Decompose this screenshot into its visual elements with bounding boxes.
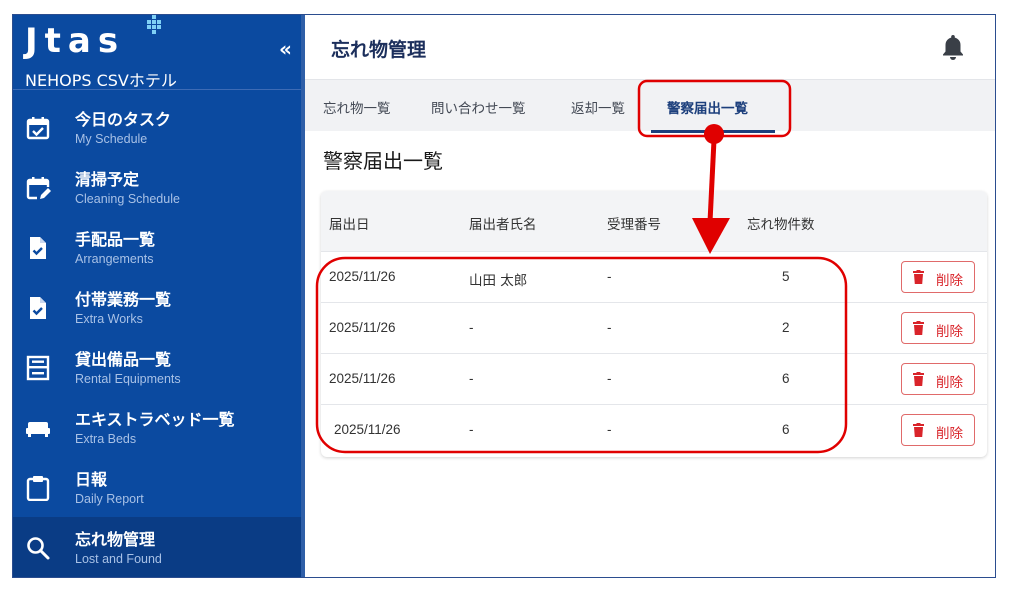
sidebar-item-daily-report[interactable]: 日報 Daily Report <box>13 457 301 517</box>
section-title: 警察届出一覧 <box>323 149 443 173</box>
divider <box>13 89 301 90</box>
tab-police-reports[interactable]: 警察届出一覧 <box>667 97 748 117</box>
police-report-table: 届出日 届出者氏名 受理番号 忘れ物件数 2025/11/26 山田 太郎 - … <box>321 191 987 457</box>
sidebar-item-title: 忘れ物管理 <box>75 530 156 549</box>
cell-item-count: 5 <box>782 269 790 284</box>
sidebar-item-extra-works[interactable]: 付帯業務一覧 Extra Works <box>13 277 301 337</box>
cell-reporter: - <box>469 422 474 437</box>
delete-label: 削除 <box>936 273 963 289</box>
tab-bar: 忘れ物一覧 問い合わせ一覧 返却一覧 警察届出一覧 <box>305 79 995 133</box>
sidebar-item-subtitle: Arrangements <box>75 252 154 266</box>
bed-icon <box>26 422 50 437</box>
column-header-receipt-number: 受理番号 <box>607 217 661 233</box>
delete-button[interactable]: 削除 <box>901 261 975 293</box>
sidebar-item-arrangements[interactable]: 手配品一覧 Arrangements <box>13 217 301 277</box>
bell-icon[interactable] <box>941 33 965 61</box>
header: 忘れ物管理 <box>305 15 995 79</box>
cell-date: 2025/11/26 <box>329 371 396 386</box>
sidebar-item-title: 貸出備品一覧 <box>75 350 172 369</box>
sidebar-item-subtitle: Lost and Found <box>75 552 162 566</box>
sidebar-item-cleaning-schedule[interactable]: 清掃予定 Cleaning Schedule <box>13 157 301 217</box>
hotel-name: NEHOPS CSVホテル <box>25 71 177 90</box>
sidebar-item-lost-and-found[interactable]: 忘れ物管理 Lost and Found <box>13 517 301 577</box>
sidebar-nav: 今日のタスク My Schedule 清掃予定 Cleaning Schedul… <box>13 97 301 577</box>
app-logo: Jtas <box>25 21 126 61</box>
trash-icon <box>913 321 924 335</box>
table-row: 2025/11/26 - - 2 削除 <box>321 302 987 353</box>
table-row: 2025/11/26 山田 太郎 - 5 削除 <box>321 251 987 302</box>
column-header-date: 届出日 <box>329 217 370 233</box>
sidebar-item-title: 今日のタスク <box>75 110 172 129</box>
app-window: Jtas NEHOPS CSVホテル « 今日のタスク My Schedule … <box>12 14 996 578</box>
cell-date: 2025/11/26 <box>329 269 396 284</box>
cell-reporter: - <box>469 320 474 335</box>
trash-icon <box>913 372 924 386</box>
delete-button[interactable]: 削除 <box>901 414 975 446</box>
table-row: 2025/11/26 - - 6 削除 <box>321 404 987 455</box>
delete-label: 削除 <box>936 375 963 391</box>
cabinet-icon <box>26 355 50 381</box>
cell-item-count: 6 <box>782 371 790 386</box>
table-row: 2025/11/26 - - 6 削除 <box>321 353 987 404</box>
calendar-check-icon <box>26 117 50 140</box>
logo-sparkle-icon <box>147 15 161 34</box>
sidebar-item-title: 日報 <box>75 470 108 489</box>
sidebar-item-subtitle: Rental Equipments <box>75 372 181 386</box>
search-icon <box>27 537 50 560</box>
tab-inquiries[interactable]: 問い合わせ一覧 <box>431 97 526 117</box>
sidebar-item-subtitle: Extra Works <box>75 312 143 326</box>
delete-button[interactable]: 削除 <box>901 363 975 395</box>
active-tab-indicator <box>651 130 775 133</box>
sidebar-item-subtitle: Daily Report <box>75 492 144 506</box>
clipboard-icon <box>26 476 50 501</box>
cell-receipt-number: - <box>607 371 612 386</box>
sidebar-item-subtitle: Cleaning Schedule <box>75 192 180 206</box>
delete-label: 削除 <box>936 426 963 442</box>
sidebar-item-title: 付帯業務一覧 <box>75 290 172 309</box>
cell-receipt-number: - <box>607 422 612 437</box>
column-header-item-count: 忘れ物件数 <box>747 217 815 233</box>
calendar-edit-icon <box>26 177 51 200</box>
trash-icon <box>913 423 924 437</box>
tab-lost-items[interactable]: 忘れ物一覧 <box>323 97 391 117</box>
delete-label: 削除 <box>936 324 963 340</box>
cell-date: 2025/11/26 <box>334 422 401 437</box>
delete-button[interactable]: 削除 <box>901 312 975 344</box>
cell-receipt-number: - <box>607 269 612 284</box>
sidebar-item-my-schedule[interactable]: 今日のタスク My Schedule <box>13 97 301 157</box>
collapse-sidebar-button[interactable]: « <box>279 37 292 61</box>
page-title: 忘れ物管理 <box>331 39 427 61</box>
cell-date: 2025/11/26 <box>329 320 396 335</box>
cell-receipt-number: - <box>607 320 612 335</box>
column-header-reporter: 届出者氏名 <box>469 217 537 233</box>
sidebar: Jtas NEHOPS CSVホテル « 今日のタスク My Schedule … <box>13 15 301 577</box>
sidebar-item-rental-equipments[interactable]: 貸出備品一覧 Rental Equipments <box>13 337 301 397</box>
sidebar-item-subtitle: Extra Beds <box>75 432 137 446</box>
sidebar-item-extra-beds[interactable]: エキストラベッド一覧 Extra Beds <box>13 397 301 457</box>
cell-reporter: 山田 太郎 <box>469 273 528 289</box>
cell-item-count: 2 <box>782 320 790 335</box>
document-check-icon <box>30 237 46 259</box>
cell-item-count: 6 <box>782 422 790 437</box>
brand: Jtas NEHOPS CSVホテル « <box>25 15 295 90</box>
table-header: 届出日 届出者氏名 受理番号 忘れ物件数 <box>321 191 987 251</box>
document-check-icon <box>30 297 46 319</box>
cell-reporter: - <box>469 371 474 386</box>
main-content: 忘れ物管理 忘れ物一覧 問い合わせ一覧 返却一覧 警察届出一覧 警察届出一覧 届… <box>305 15 995 577</box>
tab-returns[interactable]: 返却一覧 <box>571 97 625 117</box>
sidebar-item-title: 清掃予定 <box>75 170 140 189</box>
sidebar-item-title: エキストラベッド一覧 <box>75 410 235 429</box>
sidebar-item-title: 手配品一覧 <box>75 230 156 249</box>
sidebar-item-subtitle: My Schedule <box>75 132 148 146</box>
trash-icon <box>913 270 924 284</box>
